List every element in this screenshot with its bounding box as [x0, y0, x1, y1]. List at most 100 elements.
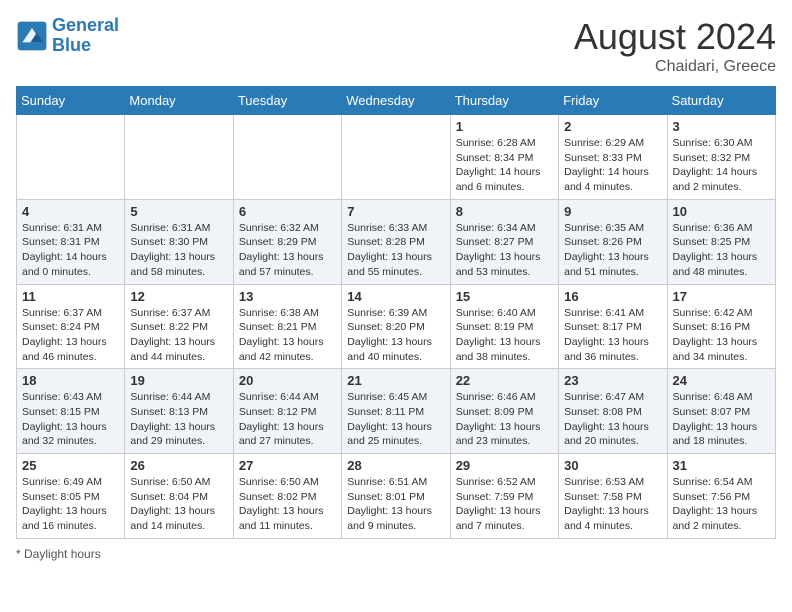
day-number: 6 [239, 204, 336, 219]
calendar-cell: 17 Sunrise: 6:42 AM Sunset: 8:16 PM Dayli… [667, 284, 775, 369]
calendar-cell: 19 Sunrise: 6:44 AM Sunset: 8:13 PM Dayli… [125, 369, 233, 454]
day-number: 25 [22, 458, 119, 473]
day-number: 31 [673, 458, 770, 473]
day-info: Sunrise: 6:41 AM Sunset: 8:17 PM Dayligh… [564, 306, 661, 365]
day-number: 20 [239, 373, 336, 388]
calendar-cell: 9 Sunrise: 6:35 AM Sunset: 8:26 PM Daylig… [559, 199, 667, 284]
day-info: Sunrise: 6:52 AM Sunset: 7:59 PM Dayligh… [456, 475, 553, 534]
calendar-cell [342, 115, 450, 200]
day-number: 9 [564, 204, 661, 219]
calendar-cell: 21 Sunrise: 6:45 AM Sunset: 8:11 PM Dayli… [342, 369, 450, 454]
day-number: 23 [564, 373, 661, 388]
day-number: 10 [673, 204, 770, 219]
day-number: 28 [347, 458, 444, 473]
calendar-cell: 12 Sunrise: 6:37 AM Sunset: 8:22 PM Dayli… [125, 284, 233, 369]
calendar-cell: 10Sunrise: 6:36 AM Sunset: 8:25 PM Dayli… [667, 199, 775, 284]
day-info: Sunrise: 6:38 AM Sunset: 8:21 PM Dayligh… [239, 306, 336, 365]
day-info: Sunrise: 6:46 AM Sunset: 8:09 PM Dayligh… [456, 390, 553, 449]
calendar-cell: 14 Sunrise: 6:39 AM Sunset: 8:20 PM Dayli… [342, 284, 450, 369]
calendar-cell: 3 Sunrise: 6:30 AM Sunset: 8:32 PM Daylig… [667, 115, 775, 200]
day-number: 15 [456, 289, 553, 304]
day-number: 17 [673, 289, 770, 304]
calendar-cell: 26Sunrise: 6:50 AM Sunset: 8:04 PM Dayli… [125, 454, 233, 539]
calendar-cell: 27 Sunrise: 6:50 AM Sunset: 8:02 PM Dayli… [233, 454, 341, 539]
day-number: 16 [564, 289, 661, 304]
column-header-monday: Monday [125, 87, 233, 115]
calendar-week-row: 18Sunrise: 6:43 AM Sunset: 8:15 PM Dayli… [17, 369, 776, 454]
calendar-cell [17, 115, 125, 200]
calendar-cell: 23Sunrise: 6:47 AM Sunset: 8:08 PM Dayli… [559, 369, 667, 454]
calendar-cell: 5Sunrise: 6:31 AM Sunset: 8:30 PM Daylig… [125, 199, 233, 284]
calendar-week-row: 1Sunrise: 6:28 AM Sunset: 8:34 PM Daylig… [17, 115, 776, 200]
calendar-header-row: SundayMondayTuesdayWednesdayThursdayFrid… [17, 87, 776, 115]
day-info: Sunrise: 6:32 AM Sunset: 8:29 PM Dayligh… [239, 221, 336, 280]
day-info: Sunrise: 6:28 AM Sunset: 8:34 PM Dayligh… [456, 136, 553, 195]
day-info: Sunrise: 6:39 AM Sunset: 8:20 PM Dayligh… [347, 306, 444, 365]
calendar-cell: 15 Sunrise: 6:40 AM Sunset: 8:19 PM Dayli… [450, 284, 558, 369]
calendar-cell: 24Sunrise: 6:48 AM Sunset: 8:07 PM Dayli… [667, 369, 775, 454]
day-info: Sunrise: 6:44 AM Sunset: 8:12 PM Dayligh… [239, 390, 336, 449]
calendar-cell: 4 Sunrise: 6:31 AM Sunset: 8:31 PM Daylig… [17, 199, 125, 284]
day-info: Sunrise: 6:50 AM Sunset: 8:02 PM Dayligh… [239, 475, 336, 534]
day-info: Sunrise: 6:54 AM Sunset: 7:56 PM Dayligh… [673, 475, 770, 534]
calendar-cell: 29Sunrise: 6:52 AM Sunset: 7:59 PM Dayli… [450, 454, 558, 539]
calendar-cell [233, 115, 341, 200]
calendar-cell: 13 Sunrise: 6:38 AM Sunset: 8:21 PM Dayli… [233, 284, 341, 369]
column-header-saturday: Saturday [667, 87, 775, 115]
column-header-wednesday: Wednesday [342, 87, 450, 115]
calendar-cell: 2 Sunrise: 6:29 AM Sunset: 8:33 PM Daylig… [559, 115, 667, 200]
calendar-cell: 25Sunrise: 6:49 AM Sunset: 8:05 PM Dayli… [17, 454, 125, 539]
calendar-week-row: 4 Sunrise: 6:31 AM Sunset: 8:31 PM Daylig… [17, 199, 776, 284]
day-number: 13 [239, 289, 336, 304]
day-number: 3 [673, 119, 770, 134]
day-info: Sunrise: 6:37 AM Sunset: 8:22 PM Dayligh… [130, 306, 227, 365]
day-number: 14 [347, 289, 444, 304]
footer-note: * Daylight hours [16, 547, 776, 561]
day-number: 12 [130, 289, 227, 304]
calendar-cell: 11 Sunrise: 6:37 AM Sunset: 8:24 PM Dayli… [17, 284, 125, 369]
day-info: Sunrise: 6:42 AM Sunset: 8:16 PM Dayligh… [673, 306, 770, 365]
calendar-cell: 22 Sunrise: 6:46 AM Sunset: 8:09 PM Dayli… [450, 369, 558, 454]
day-number: 11 [22, 289, 119, 304]
day-info: Sunrise: 6:29 AM Sunset: 8:33 PM Dayligh… [564, 136, 661, 195]
day-info: Sunrise: 6:40 AM Sunset: 8:19 PM Dayligh… [456, 306, 553, 365]
calendar-cell: 16 Sunrise: 6:41 AM Sunset: 8:17 PM Dayli… [559, 284, 667, 369]
logo-text: General Blue [52, 16, 119, 56]
day-number: 19 [130, 373, 227, 388]
day-info: Sunrise: 6:35 AM Sunset: 8:26 PM Dayligh… [564, 221, 661, 280]
calendar-cell: 8Sunrise: 6:34 AM Sunset: 8:27 PM Daylig… [450, 199, 558, 284]
day-number: 30 [564, 458, 661, 473]
day-info: Sunrise: 6:50 AM Sunset: 8:04 PM Dayligh… [130, 475, 227, 534]
day-number: 7 [347, 204, 444, 219]
day-info: Sunrise: 6:48 AM Sunset: 8:07 PM Dayligh… [673, 390, 770, 449]
calendar-cell: 31 Sunrise: 6:54 AM Sunset: 7:56 PM Dayli… [667, 454, 775, 539]
day-info: Sunrise: 6:45 AM Sunset: 8:11 PM Dayligh… [347, 390, 444, 449]
day-info: Sunrise: 6:31 AM Sunset: 8:31 PM Dayligh… [22, 221, 119, 280]
logo-icon [16, 20, 48, 52]
calendar-cell: 28 Sunrise: 6:51 AM Sunset: 8:01 PM Dayli… [342, 454, 450, 539]
day-info: Sunrise: 6:51 AM Sunset: 8:01 PM Dayligh… [347, 475, 444, 534]
logo: General Blue [16, 16, 119, 56]
calendar-cell: 20 Sunrise: 6:44 AM Sunset: 8:12 PM Dayli… [233, 369, 341, 454]
page-header: General Blue August 2024 Chaidari, Greec… [16, 16, 776, 76]
day-info: Sunrise: 6:44 AM Sunset: 8:13 PM Dayligh… [130, 390, 227, 449]
day-info: Sunrise: 6:43 AM Sunset: 8:15 PM Dayligh… [22, 390, 119, 449]
day-number: 8 [456, 204, 553, 219]
day-number: 4 [22, 204, 119, 219]
day-info: Sunrise: 6:53 AM Sunset: 7:58 PM Dayligh… [564, 475, 661, 534]
day-number: 21 [347, 373, 444, 388]
month-year: August 2024 [574, 16, 776, 58]
day-number: 27 [239, 458, 336, 473]
day-number: 2 [564, 119, 661, 134]
day-number: 5 [130, 204, 227, 219]
calendar-cell: 6 Sunrise: 6:32 AM Sunset: 8:29 PM Daylig… [233, 199, 341, 284]
day-info: Sunrise: 6:30 AM Sunset: 8:32 PM Dayligh… [673, 136, 770, 195]
column-header-sunday: Sunday [17, 87, 125, 115]
calendar-table: SundayMondayTuesdayWednesdayThursdayFrid… [16, 86, 776, 539]
calendar-cell: 30 Sunrise: 6:53 AM Sunset: 7:58 PM Dayli… [559, 454, 667, 539]
calendar-cell: 7Sunrise: 6:33 AM Sunset: 8:28 PM Daylig… [342, 199, 450, 284]
calendar-cell [125, 115, 233, 200]
location: Chaidari, Greece [574, 58, 776, 76]
day-info: Sunrise: 6:37 AM Sunset: 8:24 PM Dayligh… [22, 306, 119, 365]
day-number: 22 [456, 373, 553, 388]
